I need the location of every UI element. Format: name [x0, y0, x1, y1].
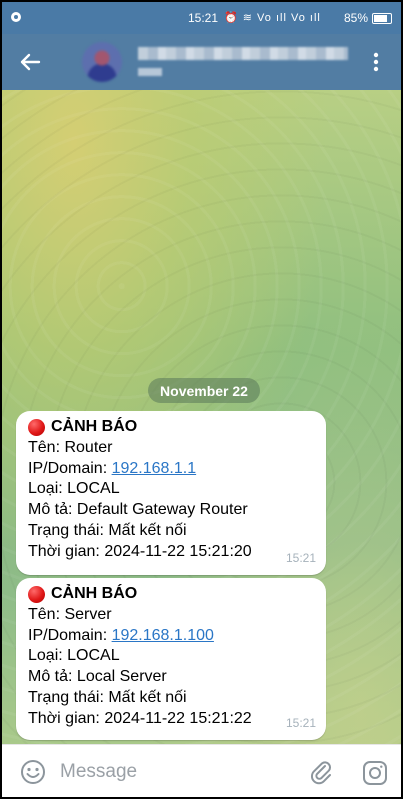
message-input[interactable] — [58, 755, 292, 789]
time-label: Thời gian: — [28, 709, 100, 727]
state-value: Mất kết nối — [108, 521, 187, 539]
desc-line: Mô tả: Default Gateway Router — [28, 500, 316, 521]
volte-label-2: Vo — [290, 12, 306, 24]
arrow-left-icon[interactable] — [16, 48, 44, 76]
message-time: 15:21 — [285, 551, 316, 566]
status-time: 15:21 — [188, 11, 219, 25]
message-input-bar — [2, 744, 401, 797]
alert-title: CẢNH BÁO — [28, 417, 316, 438]
more-vertical-icon[interactable] — [366, 48, 386, 76]
time-line: Thời gian: 2024-11-22 15:21:22 — [28, 709, 316, 730]
status-icons: ⏰ ≋ Vo ıll Vo ıll — [224, 11, 321, 24]
time-value: 2024-11-22 15:21:20 — [104, 542, 252, 560]
signal-icon-2: ıll — [305, 12, 321, 24]
name-line: Tên: Router — [28, 438, 316, 459]
contact-name-blurred[interactable] — [138, 47, 348, 60]
alert-title-text: CẢNH BÁO — [51, 418, 138, 435]
type-value: LOCAL — [67, 647, 120, 665]
smiley-icon[interactable] — [20, 759, 46, 785]
chat-header — [2, 34, 401, 90]
ip-line: IP/Domain: 192.168.1.100 — [28, 626, 316, 647]
phone-screen: 15:21 ⏰ ≋ Vo ıll Vo ıll 85% November 22 … — [2, 2, 401, 797]
alert-title-text: CẢNH BÁO — [51, 585, 138, 602]
notification-icon — [11, 12, 21, 22]
state-line: Trạng thái: Mất kết nối — [28, 521, 316, 542]
signal-icon: ıll — [271, 12, 291, 24]
camera-icon[interactable] — [362, 760, 388, 786]
desc-value: Default Gateway Router — [76, 501, 248, 519]
wifi-icon: ≋ — [242, 12, 253, 24]
type-label: Loại: — [28, 647, 63, 665]
type-line: Loại: LOCAL — [28, 646, 316, 667]
message-bubble[interactable]: CẢNH BÁO Tên: Server IP/Domain: 192.168.… — [16, 578, 326, 740]
state-label: Trạng thái: — [28, 521, 104, 539]
ip-link[interactable]: 192.168.1.1 — [112, 460, 197, 477]
time-line: Thời gian: 2024-11-22 15:21:20 — [28, 542, 316, 563]
alert-title: CẢNH BÁO — [28, 584, 316, 605]
date-separator: November 22 — [148, 378, 260, 403]
ip-label: IP/Domain: — [28, 459, 108, 477]
ip-label: IP/Domain: — [28, 626, 108, 644]
name-value: Router — [64, 438, 113, 456]
alarm-icon: ⏰ — [224, 12, 239, 24]
name-value: Server — [64, 605, 112, 623]
battery-percent: 85% — [344, 11, 369, 25]
name-label: Tên: — [28, 605, 61, 623]
time-value: 2024-11-22 15:21:22 — [104, 709, 252, 727]
red-circle-icon — [28, 418, 45, 436]
message-time: 15:21 — [285, 716, 316, 731]
name-line: Tên: Server — [28, 605, 316, 626]
desc-line: Mô tả: Local Server — [28, 667, 316, 688]
paperclip-icon[interactable] — [308, 759, 334, 785]
desc-value: Local Server — [76, 668, 167, 686]
battery-icon — [372, 13, 392, 24]
name-label: Tên: — [28, 438, 61, 456]
desc-label: Mô tả: — [28, 668, 73, 686]
red-circle-icon — [28, 585, 45, 603]
type-label: Loại: — [28, 480, 63, 498]
state-line: Trạng thái: Mất kết nối — [28, 688, 316, 709]
avatar[interactable] — [82, 42, 122, 82]
ip-link[interactable]: 192.168.1.100 — [112, 627, 214, 644]
message-bubble[interactable]: CẢNH BÁO Tên: Router IP/Domain: 192.168.… — [16, 411, 326, 575]
ip-line: IP/Domain: 192.168.1.1 — [28, 459, 316, 480]
type-line: Loại: LOCAL — [28, 479, 316, 500]
desc-label: Mô tả: — [28, 501, 73, 519]
type-value: LOCAL — [67, 480, 120, 498]
volte-label: Vo — [257, 12, 272, 24]
state-label: Trạng thái: — [28, 688, 104, 706]
state-value: Mất kết nối — [108, 688, 187, 706]
chat-area: November 22 CẢNH BÁO Tên: Router IP/Doma… — [2, 90, 401, 744]
status-bar: 15:21 ⏰ ≋ Vo ıll Vo ıll 85% — [2, 2, 401, 34]
time-label: Thời gian: — [28, 542, 100, 560]
contact-status-blurred — [138, 68, 162, 76]
